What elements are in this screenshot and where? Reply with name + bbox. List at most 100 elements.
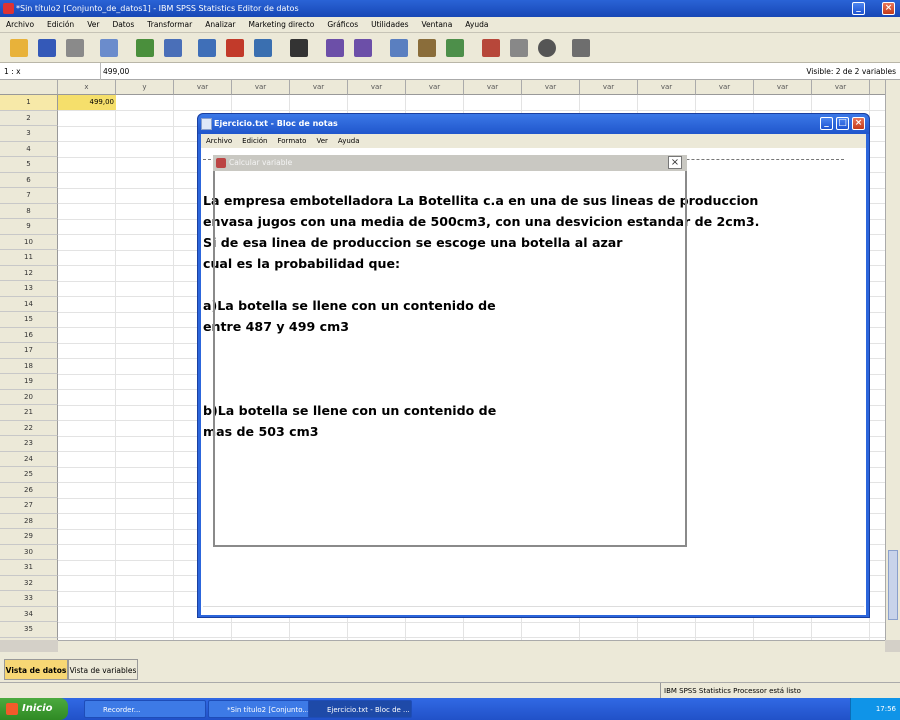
row-number[interactable]: 30 [0,544,58,560]
column-header[interactable]: var [232,80,290,95]
row-number[interactable]: 5 [0,157,58,173]
menu-analizar[interactable]: Analizar [199,17,242,32]
split-file-icon[interactable] [390,39,408,57]
row-number[interactable]: 13 [0,281,58,297]
menu-utilidades[interactable]: Utilidades [365,17,415,32]
column-header[interactable]: var [812,80,870,95]
np-menu-formato[interactable]: Formato [273,134,312,148]
column-header[interactable]: var [696,80,754,95]
column-header[interactable]: var [638,80,696,95]
row-number[interactable]: 15 [0,312,58,328]
menu-transformar[interactable]: Transformar [141,17,199,32]
column-header[interactable]: var [406,80,464,95]
value-labels-icon[interactable] [482,39,500,57]
spell-check-icon[interactable] [572,39,590,57]
row-number[interactable]: 28 [0,513,58,529]
row-number[interactable]: 22 [0,420,58,436]
insert-cases-icon[interactable] [326,39,344,57]
notepad-close-button[interactable]: × [852,117,865,130]
row-number[interactable]: 25 [0,467,58,483]
row-number[interactable]: 9 [0,219,58,235]
column-header[interactable]: var [464,80,522,95]
np-menu-ayuda[interactable]: Ayuda [333,134,365,148]
row-number[interactable]: 6 [0,172,58,188]
weight-cases-icon[interactable] [418,39,436,57]
menu-marketing[interactable]: Marketing directo [243,17,322,32]
row-number[interactable]: 16 [0,327,58,343]
cell-value-input[interactable]: 499,00 [100,63,800,80]
row-number[interactable]: 26 [0,482,58,498]
use-sets-icon[interactable] [510,39,528,57]
find-icon[interactable] [290,39,308,57]
menu-ayuda[interactable]: Ayuda [459,17,495,32]
taskbar-item-notepad[interactable]: Ejercicio.txt - Bloc de ... [308,700,412,718]
row-number[interactable]: 32 [0,575,58,591]
row-number[interactable]: 8 [0,203,58,219]
horizontal-scrollbar[interactable] [58,640,885,652]
column-header[interactable]: y [116,80,174,95]
column-header[interactable]: var [754,80,812,95]
data-cell-x-1[interactable]: 499,00 [58,95,116,110]
row-number[interactable]: 12 [0,265,58,281]
menu-ver[interactable]: Ver [81,17,106,32]
column-header[interactable]: var [522,80,580,95]
taskbar-item-spss[interactable]: *Sin título2 [Conjunto... [208,700,318,718]
row-number[interactable]: 3 [0,126,58,142]
select-cases-icon[interactable] [446,39,464,57]
row-number[interactable]: 21 [0,405,58,421]
tab-data-view[interactable]: Vista de datos [4,659,68,680]
row-number[interactable]: 34 [0,606,58,622]
row-number[interactable]: 24 [0,451,58,467]
row-number[interactable]: 18 [0,358,58,374]
menu-graficos[interactable]: Gráficos [321,17,365,32]
row-number[interactable]: 14 [0,296,58,312]
dialog-close-button[interactable]: × [668,156,682,169]
scroll-thumb[interactable] [888,550,898,620]
np-menu-edicion[interactable]: Edición [237,134,272,148]
row-number[interactable]: 2 [0,110,58,126]
row-number[interactable]: 17 [0,343,58,359]
column-header[interactable]: var [870,80,885,95]
redo-icon[interactable] [164,39,182,57]
row-number[interactable]: 31 [0,560,58,576]
row-number[interactable]: 36 [0,637,58,640]
row-number[interactable]: 33 [0,591,58,607]
np-menu-ver[interactable]: Ver [311,134,332,148]
row-number[interactable]: 27 [0,498,58,514]
notepad-maximize-button[interactable]: □ [836,117,849,130]
row-number[interactable]: 10 [0,234,58,250]
row-number[interactable]: 35 [0,622,58,638]
variables-icon[interactable] [254,39,272,57]
show-all-icon[interactable] [538,39,556,57]
row-number[interactable]: 11 [0,250,58,266]
np-menu-archivo[interactable]: Archivo [201,134,237,148]
column-header[interactable]: var [580,80,638,95]
row-number[interactable]: 1 [0,95,58,111]
vertical-scrollbar[interactable] [885,80,900,640]
menu-edicion[interactable]: Edición [41,17,81,32]
menu-archivo[interactable]: Archivo [0,17,41,32]
goto-variable-icon[interactable] [226,39,244,57]
undo-icon[interactable] [136,39,154,57]
row-number[interactable]: 29 [0,529,58,545]
column-header[interactable]: var [174,80,232,95]
column-header[interactable]: var [290,80,348,95]
row-number[interactable]: 23 [0,436,58,452]
row-number[interactable]: 19 [0,374,58,390]
menu-datos[interactable]: Datos [106,17,141,32]
tab-variable-view[interactable]: Vista de variables [68,659,138,680]
goto-case-icon[interactable] [198,39,216,57]
open-folder-icon[interactable] [10,39,28,57]
save-icon[interactable] [38,39,56,57]
taskbar-item-recorder[interactable]: Recorder... [84,700,206,718]
row-number[interactable]: 20 [0,389,58,405]
row-number[interactable]: 7 [0,188,58,204]
insert-variable-icon[interactable] [354,39,372,57]
start-button[interactable]: Inicio [0,698,68,720]
column-header[interactable]: x [58,80,116,95]
menu-ventana[interactable]: Ventana [415,17,459,32]
row-number[interactable]: 4 [0,141,58,157]
column-header[interactable]: var [348,80,406,95]
dialog-recall-icon[interactable] [100,39,118,57]
print-icon[interactable] [66,39,84,57]
